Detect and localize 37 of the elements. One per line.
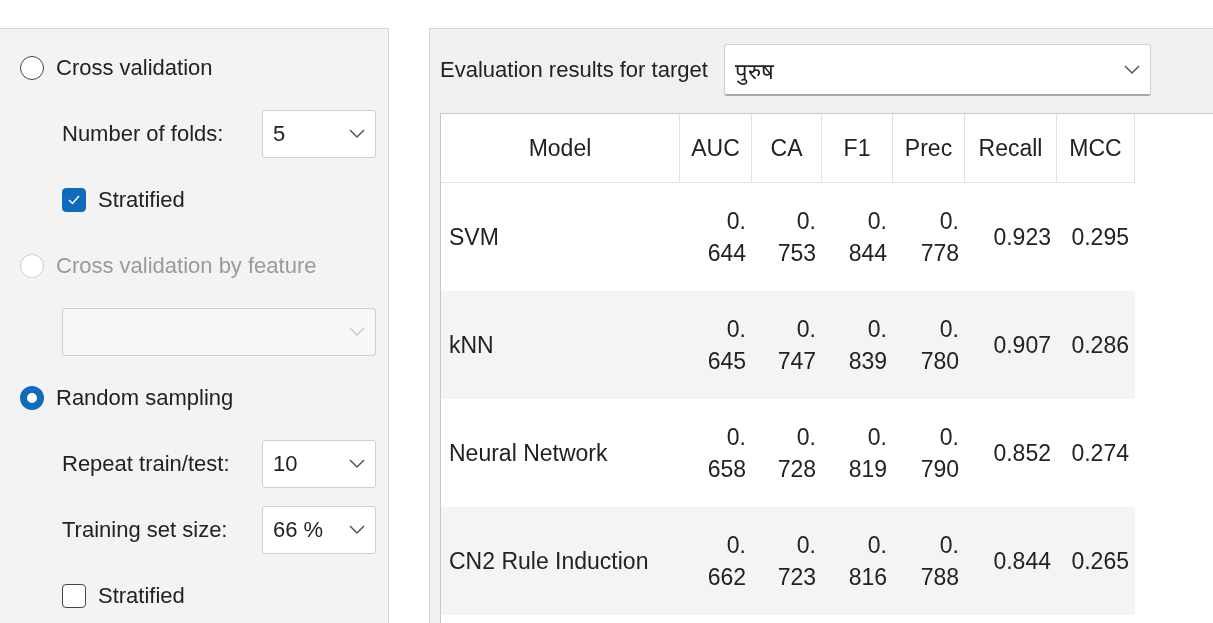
chevron-down-icon (1123, 64, 1140, 75)
table-cell: 0.286 (1057, 291, 1135, 399)
field-label: Number of folds: (62, 121, 224, 147)
field-label: Training set size: (62, 517, 228, 543)
table-cell: 0.723 (752, 507, 822, 615)
dropdown[interactable]: 5 (262, 110, 376, 158)
target-label: Evaluation results for target (440, 57, 708, 83)
table-cell: 0.265 (1057, 507, 1135, 615)
checkbox[interactable] (62, 584, 86, 608)
checkbox-label: Stratified (98, 187, 185, 213)
radio-label: Cross validation (56, 55, 213, 81)
table-cell: 0.780 (893, 291, 965, 399)
table-cell: 0.747 (752, 291, 822, 399)
chevron-down-icon (349, 459, 365, 469)
dropdown[interactable]: 10 (262, 440, 376, 488)
radio-label: Random sampling (56, 385, 234, 411)
table-cell: 0.839 (822, 291, 893, 399)
table-cell: 0.645 (680, 291, 752, 399)
table-cell: 0.662 (680, 507, 752, 615)
chevron-down-icon (349, 327, 365, 337)
chevron-down-icon (349, 525, 365, 535)
table-cell: 0.788 (893, 507, 965, 615)
chevron-down-icon (349, 129, 365, 139)
table-cell: 0.816 (822, 507, 893, 615)
checkbox[interactable] (62, 188, 86, 212)
table-cell: CN2 Rule Induction (441, 507, 680, 615)
radio-button[interactable] (20, 386, 44, 410)
radio-label: Cross validation by feature (56, 253, 317, 279)
target-dropdown[interactable]: पुरुष (723, 44, 1151, 96)
field-label: Repeat train/test: (62, 451, 230, 477)
dropdown[interactable]: 66 % (262, 506, 376, 554)
table-cell: kNN (441, 291, 680, 399)
table-cell: 0.907 (965, 291, 1057, 399)
radio-button[interactable] (20, 56, 44, 80)
checkmark-icon (67, 194, 81, 206)
checkbox-label: Stratified (98, 583, 185, 609)
table-cell: 0.844 (965, 507, 1057, 615)
